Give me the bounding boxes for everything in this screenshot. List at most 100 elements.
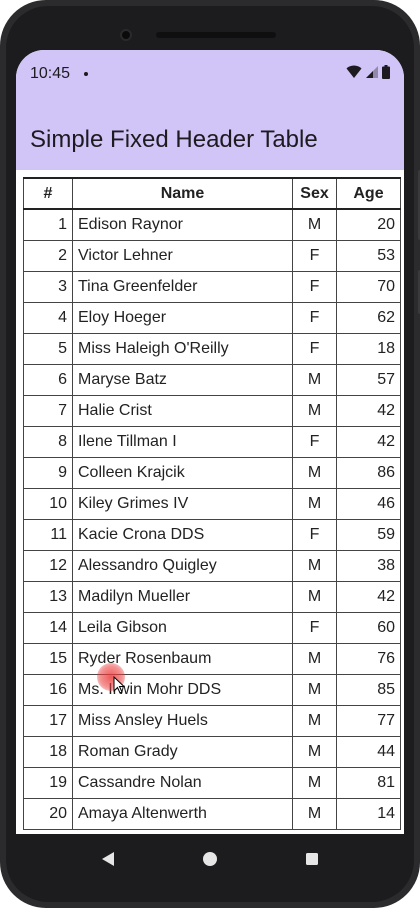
row-name-cell: Roman Grady <box>72 735 293 768</box>
row-number-cell: 15 <box>23 642 73 675</box>
battery-icon <box>382 64 390 84</box>
row-name-cell: Amaya Altenwerth <box>72 797 293 830</box>
table-row[interactable]: 2 Victor Lehner F 53 <box>23 239 401 272</box>
row-age-cell: 76 <box>336 642 401 675</box>
table-row[interactable]: 8 Ilene Tillman I F 42 <box>23 425 401 458</box>
row-name-cell: Eloy Hoeger <box>72 301 293 334</box>
cellular-signal-icon <box>366 65 378 83</box>
row-name-cell: Kiley Grimes IV <box>72 487 293 520</box>
table-row[interactable]: 7 Halie Crist M 42 <box>23 394 401 427</box>
front-camera <box>120 29 132 41</box>
row-number-cell: 4 <box>23 301 73 334</box>
row-age-cell: 70 <box>336 270 401 303</box>
row-sex-cell: F <box>292 611 337 644</box>
table-row[interactable]: 3 Tina Greenfelder F 70 <box>23 270 401 303</box>
row-age-cell: 77 <box>336 704 401 737</box>
row-sex-cell: F <box>292 301 337 334</box>
row-number-cell: 13 <box>23 580 73 613</box>
row-number-cell: 16 <box>23 673 73 706</box>
home-circle-icon[interactable] <box>200 849 220 869</box>
row-sex-cell: F <box>292 518 337 551</box>
row-sex-cell: M <box>292 673 337 706</box>
row-age-cell: 46 <box>336 487 401 520</box>
table-row[interactable]: 10 Kiley Grimes IV M 46 <box>23 487 401 520</box>
app-header: 10:45 Simple Fixed Header Table <box>16 50 404 170</box>
table-body: 1 Edison Raynor M 20 2 Victor Lehner F 53 3 Tina … <box>23 208 401 830</box>
row-number-cell: 7 <box>23 394 73 427</box>
row-name-cell: Madilyn Mueller <box>72 580 293 613</box>
table-row[interactable]: 16 Ms. Irwin Mohr DDS M 85 <box>23 673 401 706</box>
row-number-cell: 20 <box>23 797 73 830</box>
table-row[interactable]: 11 Kacie Crona DDS F 59 <box>23 518 401 551</box>
row-number-cell: 10 <box>23 487 73 520</box>
row-number-cell: 9 <box>23 456 73 489</box>
row-number-cell: 8 <box>23 425 73 458</box>
row-age-cell: 60 <box>336 611 401 644</box>
back-triangle-icon[interactable] <box>98 849 118 869</box>
status-time: 10:45 <box>30 65 71 82</box>
wifi-icon <box>346 65 362 84</box>
device-screen: 10:45 Simple Fixed Header Table # Name S… <box>16 50 404 834</box>
row-age-cell: 20 <box>336 208 401 241</box>
table-row[interactable]: 15 Ryder Rosenbaum M 76 <box>23 642 401 675</box>
row-name-cell: Miss Haleigh O'Reilly <box>72 332 293 365</box>
row-sex-cell: M <box>292 580 337 613</box>
row-age-cell: 18 <box>336 332 401 365</box>
row-number-cell: 6 <box>23 363 73 396</box>
row-sex-cell: M <box>292 549 337 582</box>
row-name-cell: Victor Lehner <box>72 239 293 272</box>
row-age-cell: 81 <box>336 766 401 799</box>
fixed-table-header: # Name Sex Age <box>23 177 401 210</box>
row-number-cell: 5 <box>23 332 73 365</box>
row-age-cell: 62 <box>336 301 401 334</box>
row-sex-cell: M <box>292 456 337 489</box>
table-scroll-area[interactable]: # Name Sex Age 1 Edison Raynor M 20 2 Victor … <box>23 177 401 834</box>
table-row[interactable]: 4 Eloy Hoeger F 62 <box>23 301 401 334</box>
row-sex-cell: M <box>292 797 337 830</box>
row-sex-cell: M <box>292 642 337 675</box>
row-number-cell: 14 <box>23 611 73 644</box>
table-row[interactable]: 5 Miss Haleigh O'Reilly F 18 <box>23 332 401 365</box>
row-number-cell: 3 <box>23 270 73 303</box>
notification-dot-icon <box>84 72 89 76</box>
column-header-name: Name <box>72 177 293 210</box>
row-age-cell: 38 <box>336 549 401 582</box>
recents-square-icon[interactable] <box>302 849 322 869</box>
table-header-row: # Name Sex Age <box>23 177 401 210</box>
table-row[interactable]: 18 Roman Grady M 44 <box>23 735 401 768</box>
row-sex-cell: F <box>292 239 337 272</box>
row-number-cell: 1 <box>23 208 73 241</box>
table-row[interactable]: 17 Miss Ansley Huels M 77 <box>23 704 401 737</box>
status-icons <box>346 64 390 84</box>
row-name-cell: Halie Crist <box>72 394 293 427</box>
table-row[interactable]: 13 Madilyn Mueller M 42 <box>23 580 401 613</box>
row-number-cell: 2 <box>23 239 73 272</box>
row-age-cell: 14 <box>336 797 401 830</box>
row-sex-cell: M <box>292 363 337 396</box>
row-age-cell: 57 <box>336 363 401 396</box>
row-sex-cell: M <box>292 704 337 737</box>
table-row[interactable]: 6 Maryse Batz M 57 <box>23 363 401 396</box>
row-number-cell: 11 <box>23 518 73 551</box>
row-number-cell: 17 <box>23 704 73 737</box>
row-sex-cell: M <box>292 208 337 241</box>
table-row[interactable]: 9 Colleen Krajcik M 86 <box>23 456 401 489</box>
row-sex-cell: F <box>292 425 337 458</box>
table-row[interactable]: 20 Amaya Altenwerth M 14 <box>23 797 401 830</box>
table-row[interactable]: 14 Leila Gibson F 60 <box>23 611 401 644</box>
row-age-cell: 53 <box>336 239 401 272</box>
earpiece-speaker <box>156 32 276 38</box>
row-age-cell: 59 <box>336 518 401 551</box>
row-age-cell: 42 <box>336 394 401 427</box>
system-navigation-bar <box>16 834 404 884</box>
table-row[interactable]: 12 Alessandro Quigley M 38 <box>23 549 401 582</box>
row-sex-cell: F <box>292 270 337 303</box>
table-row[interactable]: 19 Cassandre Nolan M 81 <box>23 766 401 799</box>
row-name-cell: Maryse Batz <box>72 363 293 396</box>
row-name-cell: Kacie Crona DDS <box>72 518 293 551</box>
row-sex-cell: M <box>292 766 337 799</box>
row-age-cell: 86 <box>336 456 401 489</box>
app-title: Simple Fixed Header Table <box>30 126 318 153</box>
table-row[interactable]: 1 Edison Raynor M 20 <box>23 208 401 241</box>
row-name-cell: Leila Gibson <box>72 611 293 644</box>
